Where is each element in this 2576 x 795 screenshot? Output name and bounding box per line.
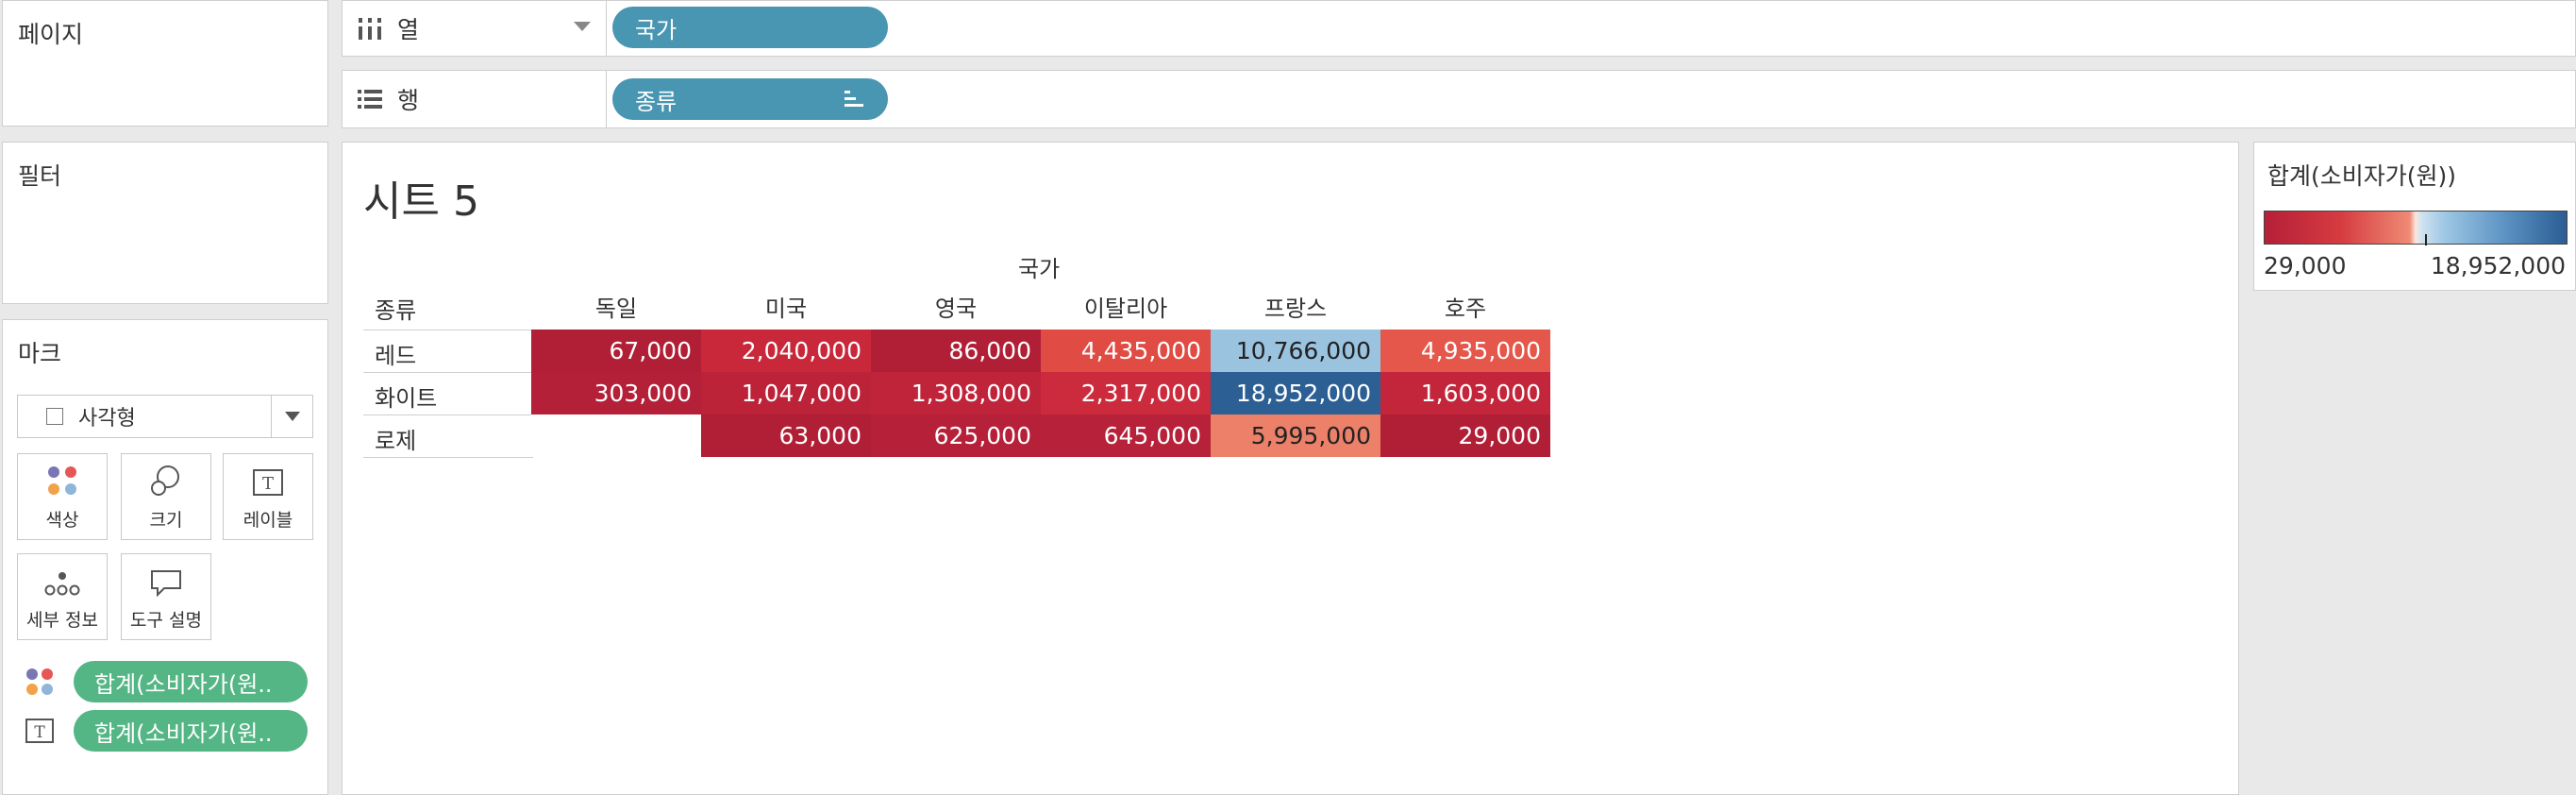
tooltip-button[interactable]: 도구 설명 [121,553,211,640]
table-cell[interactable]: 5,995,000 [1211,414,1380,457]
speech-bubble-icon [151,570,181,597]
table-cell[interactable]: 2,317,000 [1041,372,1211,414]
svg-text:T: T [34,723,45,742]
tooltip-button-label: 도구 설명 [130,610,202,631]
filters-card[interactable]: 필터 [2,142,328,304]
legend-title: 합계(소비자가(원)) [2267,162,2457,190]
table-cell[interactable]: 4,935,000 [1380,330,1550,372]
table-cell[interactable]: 29,000 [1380,414,1550,457]
color-icon [26,668,53,695]
table-cell[interactable]: 645,000 [1041,414,1211,457]
size-button[interactable]: 크기 [121,453,211,540]
column-header[interactable]: 호주 [1380,290,1550,323]
svg-text:T: T [262,474,274,494]
column-field-header[interactable]: 국가 [1018,250,1060,283]
color-button[interactable]: 색상 [17,453,108,540]
column-header[interactable]: 독일 [531,290,701,323]
pages-card[interactable]: 페이지 [2,0,328,127]
mark-type-dropdown[interactable]: 사각형 [17,395,313,438]
legend-center-tick [2425,234,2427,245]
table-cell[interactable]: 625,000 [871,414,1041,457]
row-divider [363,372,533,373]
column-header[interactable]: 이탈리아 [1041,290,1211,323]
table-cell[interactable]: 67,000 [531,330,701,372]
table-cell[interactable]: 2,040,000 [701,330,871,372]
square-mark-icon [46,408,63,425]
rows-shelf[interactable]: 행 종류 [342,70,2576,128]
detail-icon [44,572,80,596]
label-field-pill[interactable]: 합계(소비자가(원.. [74,710,308,752]
worksheet-view: 시트 5 국가 종류 독일 미국 영국 이탈리아 프랑스 호주레드 67,000 2,040,… [342,142,2239,795]
marks-card-title: 마크 [18,340,62,367]
row-field-header[interactable]: 종류 [375,292,416,325]
mark-type-label: 사각형 [78,407,136,431]
columns-shelf[interactable]: 열 국가 [342,0,2576,57]
detail-button[interactable]: 세부 정보 [17,553,108,640]
size-button-label: 크기 [149,510,183,531]
columns-shelf-name: 열 [397,16,420,43]
rows-field-pill[interactable]: 종류 [612,78,888,120]
table-cell[interactable] [531,414,701,457]
table-cell[interactable]: 1,603,000 [1380,372,1550,414]
color-icon [48,466,76,495]
legend-min-value: 29,000 [2264,252,2347,279]
table-cell[interactable]: 86,000 [871,330,1041,372]
rows-shelf-name: 행 [397,87,420,114]
filters-card-title: 필터 [18,162,62,190]
table-cell[interactable]: 303,000 [531,372,701,414]
table-cell[interactable]: 18,952,000 [1211,372,1380,414]
color-button-label: 색상 [45,510,79,531]
rows-shelf-label: 행 [343,71,607,127]
column-header[interactable]: 영국 [871,290,1041,323]
sheet-title: 시트 5 [363,178,479,226]
table-cell[interactable]: 4,435,000 [1041,330,1211,372]
chevron-down-icon[interactable] [574,22,591,31]
legend-max-value: 18,952,000 [2430,252,2566,279]
row-divider [363,414,533,415]
text-label-icon: T [253,469,283,496]
column-header[interactable]: 미국 [701,290,871,323]
row-header[interactable]: 레드 [375,337,416,370]
columns-shelf-label: 열 [343,1,607,56]
sort-descending-icon [845,91,863,107]
rows-field-pill-label: 종류 [635,88,677,115]
size-icon [151,465,179,496]
legend-color-ramp [2264,211,2568,245]
table-cell[interactable]: 1,047,000 [701,372,871,414]
columns-field-pill[interactable]: 국가 [612,7,888,48]
row-divider [363,457,533,458]
rows-icon [358,90,382,109]
table-cell[interactable]: 63,000 [701,414,871,457]
mark-type-dropdown-arrow[interactable] [271,396,312,437]
detail-button-label: 세부 정보 [26,610,98,631]
label-encoding-row: T 합계(소비자가(원.. [25,710,308,752]
pages-card-title: 페이지 [18,21,84,48]
chevron-down-icon [284,412,300,421]
text-label-icon: T [25,719,54,743]
row-header[interactable]: 화이트 [375,380,437,413]
label-button-label: 레이블 [243,510,293,531]
label-button[interactable]: T 레이블 [223,453,313,540]
table-cell[interactable]: 1,308,000 [871,372,1041,414]
columns-icon [359,18,381,40]
table-cell[interactable]: 10,766,000 [1211,330,1380,372]
row-header[interactable]: 로제 [375,422,416,455]
color-legend[interactable]: 합계(소비자가(원)) 29,000 18,952,000 [2253,142,2576,291]
color-field-pill[interactable]: 합계(소비자가(원.. [74,661,308,702]
color-encoding-row: 합계(소비자가(원.. [25,661,308,702]
column-header[interactable]: 프랑스 [1211,290,1380,323]
